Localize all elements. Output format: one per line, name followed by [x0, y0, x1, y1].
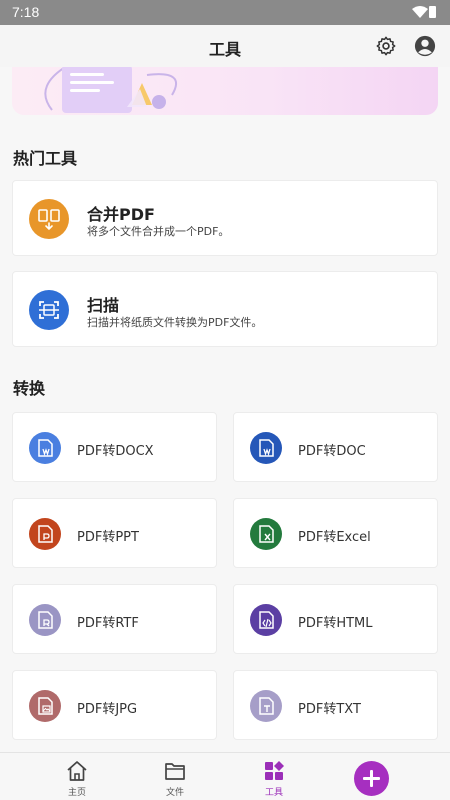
- pdf-to-html-icon: [250, 604, 282, 636]
- nav-tools[interactable]: 工具: [244, 759, 304, 798]
- pdf-to-ppt-icon: [29, 518, 61, 550]
- account-icon[interactable]: [414, 35, 436, 57]
- tool-card-scan[interactable]: 扫描 扫描并将纸质文件转换为PDF文件。: [12, 271, 438, 347]
- wifi-icon: [412, 6, 428, 18]
- tool-card-pdf-to-html[interactable]: PDF转HTML: [233, 584, 438, 654]
- tool-name: PDF转TXT: [298, 702, 361, 717]
- hot-tools-heading: 热门工具: [13, 149, 78, 168]
- nav-files[interactable]: 文件: [145, 759, 205, 798]
- tools-icon: [265, 761, 284, 780]
- folder-icon: [165, 763, 185, 780]
- tool-name: PDF转JPG: [77, 702, 138, 717]
- pdf-to-docx-icon: [29, 432, 61, 464]
- status-time: 7:18: [12, 4, 40, 20]
- pdf-to-txt-icon: [250, 690, 282, 722]
- tool-description: 扫描并将纸质文件转换为PDF文件。: [87, 316, 263, 329]
- merge-pdf-icon: [29, 199, 69, 239]
- add-button[interactable]: [354, 761, 389, 796]
- status-bar: 7:18: [0, 0, 450, 25]
- tool-card-merge-pdf[interactable]: 合并PDF 将多个文件合并成一个PDF。: [12, 180, 438, 256]
- tool-name: PDF转RTF: [77, 616, 139, 631]
- tool-name: 合并PDF: [87, 205, 155, 224]
- tool-card-pdf-to-excel[interactable]: PDF转Excel: [233, 498, 438, 568]
- tool-card-pdf-to-rtf[interactable]: PDF转RTF: [12, 584, 217, 654]
- tool-name: PDF转Excel: [298, 530, 371, 545]
- tool-card-pdf-to-jpg[interactable]: PDF转JPG: [12, 670, 217, 740]
- tool-name: PDF转DOC: [298, 444, 366, 459]
- tool-name: PDF转DOCX: [77, 444, 154, 459]
- tool-name: PDF转HTML: [298, 616, 373, 631]
- pdf-to-excel-icon: [250, 518, 282, 550]
- tool-card-pdf-to-ppt[interactable]: PDF转PPT: [12, 498, 217, 568]
- nav-home[interactable]: 主页: [47, 759, 107, 798]
- banner-illustration: [44, 67, 178, 113]
- pdf-to-rtf-icon: [29, 604, 61, 636]
- nav-home-label: 主页: [67, 788, 86, 798]
- gear-icon[interactable]: [375, 35, 397, 57]
- tool-card-pdf-to-txt[interactable]: PDF转TXT: [233, 670, 438, 740]
- home-icon: [67, 761, 87, 781]
- nav-tools-label: 工具: [264, 788, 283, 798]
- convert-heading: 转换: [13, 379, 46, 398]
- pdf-to-jpg-icon: [29, 690, 61, 722]
- pdf-to-doc-icon: [250, 432, 282, 464]
- promo-banner[interactable]: [12, 67, 438, 115]
- tool-name: PDF转PPT: [77, 530, 139, 545]
- tool-description: 将多个文件合并成一个PDF。: [87, 225, 230, 238]
- battery-icon: [429, 6, 436, 18]
- tool-card-pdf-to-docx[interactable]: PDF转DOCX: [12, 412, 217, 482]
- bottom-navigation: 主页 文件 工具: [0, 752, 450, 800]
- nav-files-label: 文件: [165, 788, 184, 798]
- tool-name: 扫描: [87, 296, 120, 315]
- scan-icon: [29, 290, 69, 330]
- app-bar: 工具: [0, 25, 450, 67]
- tool-card-pdf-to-doc[interactable]: PDF转DOC: [233, 412, 438, 482]
- tools-content[interactable]: 热门工具 合并PDF 将多个文件合并成一个PDF。 扫描 扫描并将纸质文件转换为…: [0, 67, 450, 752]
